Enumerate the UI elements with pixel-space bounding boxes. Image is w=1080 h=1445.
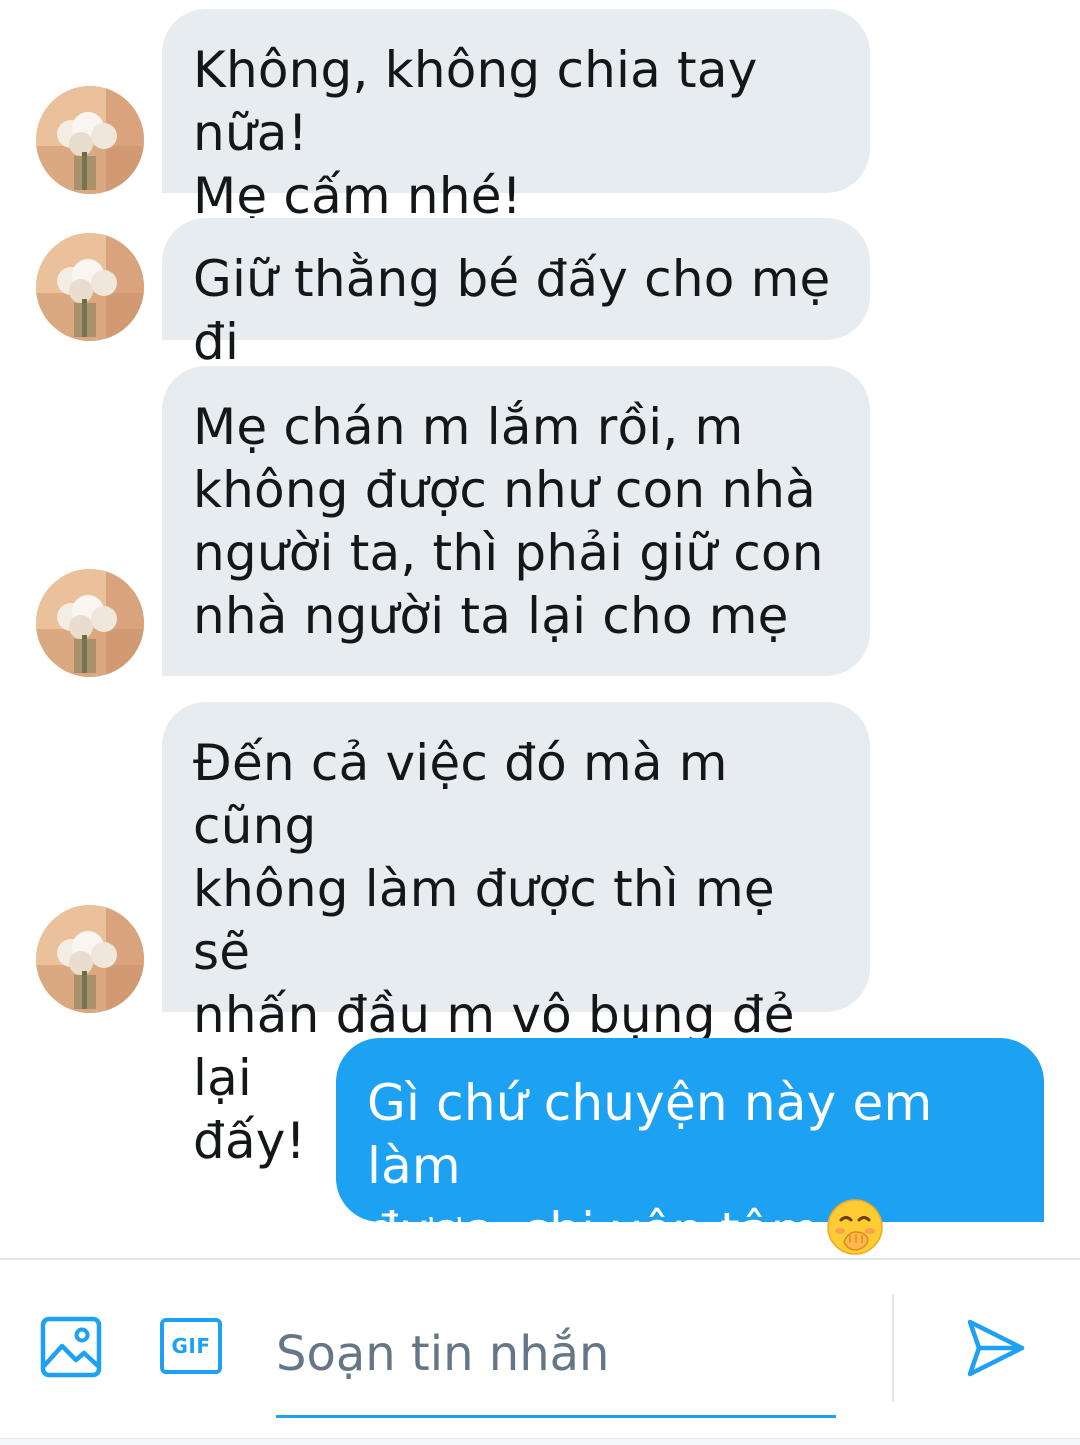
image-icon[interactable] <box>40 1316 102 1378</box>
dm-conversation-screen: Không, không chia tay nữa! Mẹ cấm nhé! G… <box>0 0 1080 1445</box>
face-with-hand-over-mouth-icon <box>826 1199 883 1255</box>
incoming-message[interactable]: Không, không chia tay nữa! Mẹ cấm nhé! <box>162 9 870 225</box>
sender-avatar[interactable] <box>36 569 144 677</box>
sender-avatar[interactable] <box>36 86 144 194</box>
sender-avatar[interactable] <box>36 905 144 1013</box>
bottom-edge <box>0 1438 1080 1445</box>
incoming-message[interactable]: Đến cả việc đó mà m cũng không làm được … <box>162 702 870 1170</box>
message-composer: GIF <box>0 1258 1080 1445</box>
incoming-message[interactable]: Mẹ chán m lắm rồi, m không được như con … <box>162 366 870 676</box>
send-icon[interactable] <box>965 1317 1027 1379</box>
message-input[interactable] <box>276 1300 836 1407</box>
gif-button[interactable]: GIF <box>160 1318 222 1374</box>
gif-label: GIF <box>171 1334 211 1358</box>
outgoing-message[interactable]: Gì chứ chuyện này em làm được, chị yên t… <box>336 1038 1044 1260</box>
message-input-container <box>276 1300 836 1418</box>
incoming-message[interactable]: Giữ thằng bé đấy cho mẹ đi <box>162 218 870 371</box>
composer-divider <box>892 1294 894 1402</box>
sender-avatar[interactable] <box>36 233 144 341</box>
